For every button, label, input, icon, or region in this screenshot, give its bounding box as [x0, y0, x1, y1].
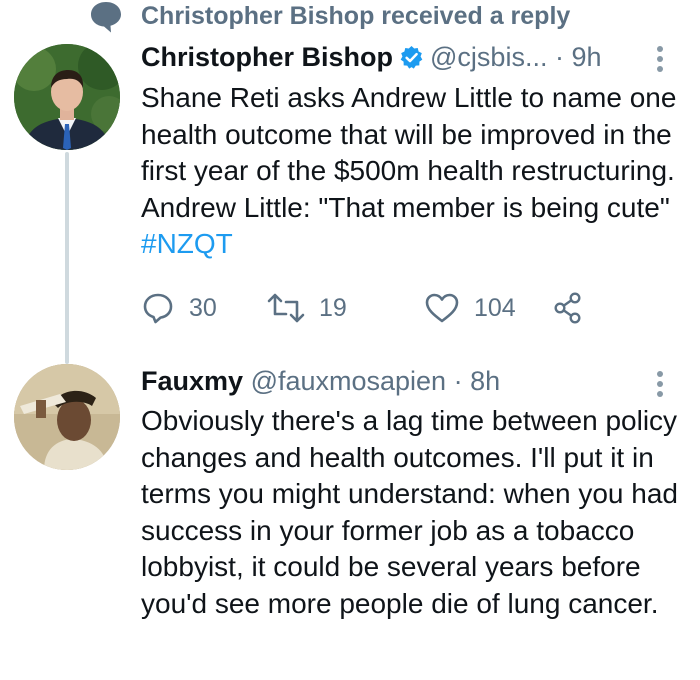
speech-bubble-icon — [91, 2, 121, 33]
reply-button[interactable]: 30 — [141, 288, 217, 328]
verified-badge-icon — [400, 46, 423, 69]
like-count: 104 — [474, 293, 516, 322]
more-options-icon[interactable] — [656, 368, 664, 400]
author-handle[interactable]: @fauxmosapien — [251, 366, 447, 396]
avatar[interactable] — [14, 364, 120, 470]
more-options-icon[interactable] — [656, 43, 664, 75]
author-name[interactable]: Fauxmy — [141, 366, 243, 396]
like-button[interactable]: 104 — [424, 288, 516, 328]
timestamp[interactable]: · 8h — [454, 366, 501, 396]
tweet-text: Obviously there's a lag time between pol… — [141, 405, 686, 619]
tweet-header: Fauxmy @fauxmosapien · 8h — [141, 364, 500, 398]
tweet-header: Christopher Bishop @cjsbis... · 9h — [141, 40, 602, 74]
thread-line — [65, 152, 69, 364]
retweet-button[interactable]: 19 — [267, 288, 347, 328]
retweet-count: 19 — [319, 293, 347, 322]
timestamp[interactable]: · 9h — [555, 42, 602, 72]
retweet-icon — [267, 293, 305, 323]
tweet-actions: 30 19 104 — [141, 288, 661, 328]
tweet-text: Shane Reti asks Andrew Little to name on… — [141, 80, 691, 263]
heart-icon — [425, 293, 459, 323]
avatar[interactable] — [14, 44, 120, 150]
share-button[interactable] — [553, 288, 583, 328]
reply-count: 30 — [189, 293, 217, 322]
avatar-portrait-image — [14, 364, 120, 470]
author-handle[interactable]: @cjsbis... — [430, 42, 547, 72]
share-icon — [554, 292, 581, 324]
hashtag-link[interactable]: #NZQT — [141, 228, 233, 259]
context-label: Christopher Bishop received a reply — [141, 2, 571, 30]
reply-icon — [143, 293, 173, 324]
author-name[interactable]: Christopher Bishop — [141, 42, 393, 72]
avatar-portrait-image — [14, 44, 120, 150]
tweet-text-main: Shane Reti asks Andrew Little to name on… — [141, 82, 685, 223]
